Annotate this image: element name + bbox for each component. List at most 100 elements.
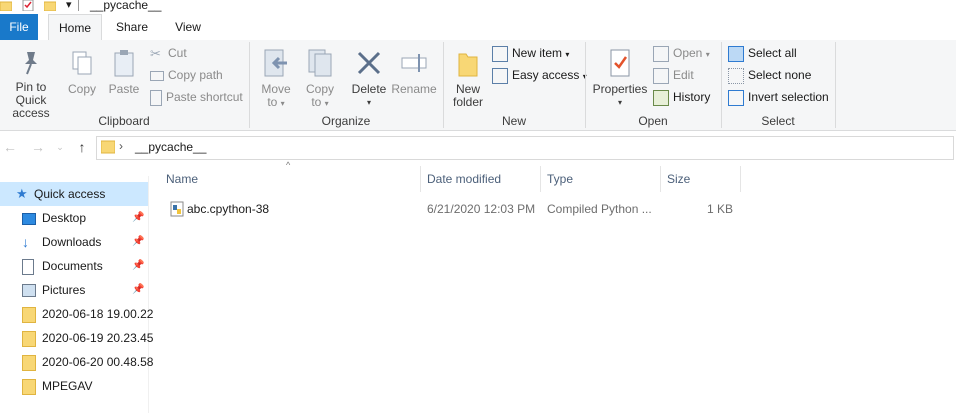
- nav-item-label: Desktop: [42, 211, 87, 225]
- column-divider[interactable]: [420, 166, 421, 192]
- column-divider[interactable]: [740, 166, 741, 192]
- pin-icon[interactable]: 📌: [132, 278, 144, 302]
- open-button[interactable]: Open ▾: [653, 43, 710, 63]
- new-item-button[interactable]: New item ▾: [492, 43, 569, 63]
- select-none-button[interactable]: Select none: [728, 65, 811, 85]
- invert-selection-button[interactable]: Invert selection: [728, 87, 829, 107]
- move-to-button[interactable]: Move to ▾: [256, 42, 296, 110]
- select-all-icon: [728, 45, 744, 62]
- tab-home[interactable]: Home: [48, 14, 102, 41]
- cut-label: Cut: [168, 46, 187, 60]
- quick-access-toolbar-dropdown[interactable]: ▾: [66, 0, 72, 11]
- new-folder-icon[interactable]: [44, 0, 56, 11]
- properties-dropdown-arrow[interactable]: ▾: [592, 96, 648, 109]
- pin-to-quick-access-button[interactable]: Pin to Quick access: [0, 42, 62, 120]
- nav-item-label: 2020-06-20 00.48.58: [42, 355, 154, 369]
- nav-item-folder[interactable]: MPEGAV: [0, 374, 148, 398]
- file-date-modified: 6/21/2020 12:03 PM: [427, 202, 536, 216]
- paste-icon: [114, 50, 134, 77]
- rename-button[interactable]: Rename: [390, 42, 438, 96]
- easy-access-button[interactable]: Easy access ▾: [492, 65, 587, 85]
- delete-dropdown-arrow[interactable]: ▾: [348, 96, 390, 109]
- column-header-size[interactable]: Size: [667, 166, 739, 192]
- copy-button[interactable]: Copy: [64, 42, 100, 96]
- open-icon: [653, 45, 669, 62]
- nav-item-quick-access[interactable]: ★ Quick access: [0, 182, 148, 206]
- folder-icon: [22, 331, 36, 347]
- paste-shortcut-button[interactable]: Paste shortcut: [150, 87, 243, 107]
- pin-icon[interactable]: 📌: [132, 206, 144, 230]
- chevron-down-icon: ▾: [705, 50, 710, 59]
- recent-locations-chevron-icon[interactable]: ⌄: [52, 139, 68, 155]
- pin-icon[interactable]: 📌: [132, 254, 144, 278]
- nav-item-documents[interactable]: Documents 📌: [0, 254, 148, 278]
- back-arrow-icon[interactable]: ←: [2, 139, 18, 155]
- delete-label: Delete: [351, 82, 387, 96]
- copy-path-label: Copy path: [168, 68, 223, 82]
- folder-icon: [22, 355, 36, 371]
- pin-icon[interactable]: 📌: [132, 230, 144, 254]
- paste-button[interactable]: Paste: [106, 42, 142, 96]
- history-button[interactable]: History: [653, 87, 710, 107]
- tab-file[interactable]: File: [0, 14, 38, 40]
- nav-item-folder[interactable]: 2020-06-19 20.23.45: [0, 326, 153, 350]
- select-group-label: Select: [761, 114, 795, 128]
- title-separator: [78, 0, 79, 11]
- python-file-icon: [170, 201, 184, 217]
- column-header-type[interactable]: Type: [547, 166, 659, 192]
- invert-selection-label: Invert selection: [748, 90, 829, 104]
- column-header-name[interactable]: Name: [166, 166, 420, 192]
- column-divider[interactable]: [540, 166, 541, 192]
- forward-arrow-icon[interactable]: →: [30, 139, 46, 155]
- select-none-label: Select none: [748, 68, 812, 82]
- history-label: History: [673, 90, 711, 104]
- edit-label: Edit: [673, 68, 694, 82]
- delete-button[interactable]: Delete ▾: [348, 42, 390, 109]
- pin-label-line1: Pin to Quick: [15, 80, 47, 107]
- move-to-label-line2: to ▾: [267, 95, 285, 109]
- nav-item-folder[interactable]: 2020-06-18 19.00.22: [0, 302, 153, 326]
- nav-item-desktop[interactable]: Desktop 📌: [0, 206, 148, 230]
- paste-shortcut-icon: [150, 89, 162, 106]
- copy-to-label-line2: to ▾: [311, 95, 329, 109]
- breadcrumb-current[interactable]: __pycache__: [135, 140, 206, 154]
- up-arrow-icon[interactable]: ↑: [74, 139, 90, 155]
- nav-item-label: 2020-06-18 19.00.22: [42, 307, 154, 321]
- nav-item-pictures[interactable]: Pictures 📌: [0, 278, 148, 302]
- select-all-button[interactable]: Select all: [728, 43, 797, 63]
- pin-icon: [25, 52, 37, 75]
- file-type: Compiled Python ...: [547, 202, 652, 216]
- group-divider: [835, 42, 836, 128]
- copy-to-button[interactable]: Copy to ▾: [300, 42, 340, 110]
- tab-share[interactable]: Share: [108, 14, 156, 40]
- properties-icon[interactable]: [22, 0, 34, 11]
- file-name[interactable]: abc.cpython-38: [187, 200, 269, 218]
- folder-icon: [22, 307, 36, 323]
- new-folder-icon: [458, 53, 478, 77]
- scissors-icon: ✂: [150, 45, 161, 61]
- nav-item-downloads[interactable]: ↓ Downloads 📌: [0, 230, 148, 254]
- new-folder-button[interactable]: New folder: [448, 42, 488, 109]
- organize-group-label: Organize: [321, 114, 371, 128]
- cut-button[interactable]: ✂ Cut: [150, 43, 187, 63]
- nav-item-folder[interactable]: 2020-06-20 00.48.58: [0, 350, 153, 374]
- window-title: __pycache__: [90, 0, 162, 12]
- title-bar: ▾ __pycache__: [0, 0, 956, 14]
- tab-view[interactable]: View: [164, 14, 212, 40]
- breadcrumb-chevron-icon[interactable]: ›: [119, 139, 123, 153]
- copy-label: Copy: [67, 82, 96, 96]
- address-bar[interactable]: › __pycache__: [96, 136, 954, 160]
- column-header-date[interactable]: Date modified: [427, 166, 539, 192]
- copy-icon: [72, 51, 92, 75]
- edit-button[interactable]: Edit: [653, 65, 694, 85]
- paste-shortcut-label: Paste shortcut: [166, 90, 243, 104]
- nav-item-label: Documents: [42, 259, 103, 273]
- new-item-icon: [492, 45, 508, 62]
- column-divider[interactable]: [660, 166, 661, 192]
- easy-access-icon: [492, 67, 508, 84]
- easy-access-label: Easy access: [512, 68, 580, 82]
- copy-path-button[interactable]: Copy path: [150, 65, 223, 85]
- navigation-pane: ★ Quick access Desktop 📌 ↓ Downloads 📌 D…: [0, 176, 153, 413]
- nav-item-label: Quick access: [34, 187, 106, 201]
- properties-button[interactable]: Properties ▾: [592, 42, 648, 109]
